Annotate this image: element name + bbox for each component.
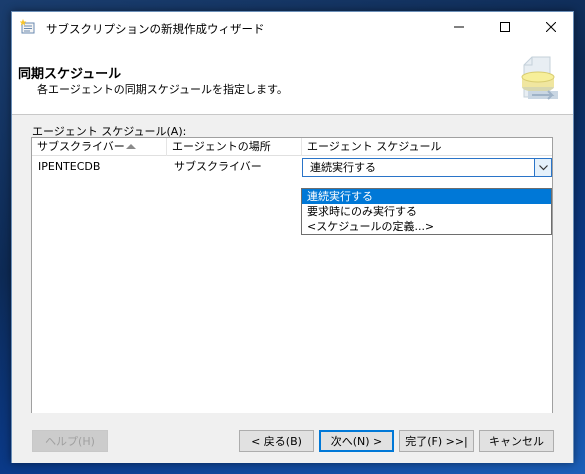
back-button[interactable]: < 戻る(B)	[239, 430, 314, 452]
dropdown-button[interactable]	[534, 159, 551, 176]
table-row[interactable]: IPENTECDB サブスクライバー 連続実行する	[32, 157, 552, 177]
column-header-agent-location[interactable]: エージェントの場所	[167, 138, 302, 156]
agent-schedule-select[interactable]: 連続実行する	[302, 158, 552, 177]
page-title: 同期スケジュール	[18, 67, 122, 82]
maximize-button[interactable]	[482, 12, 528, 42]
window-title: サブスクリプションの新規作成ウィザード	[46, 22, 265, 36]
maximize-icon	[500, 22, 510, 32]
dropdown-option-on-demand[interactable]: 要求時にのみ実行する	[302, 204, 551, 219]
title-bar: サブスクリプションの新規作成ウィザード	[12, 12, 573, 43]
wizard-app-icon	[20, 19, 35, 34]
database-sync-icon	[502, 47, 568, 113]
column-header-agent-schedule[interactable]: エージェント スケジュール	[302, 138, 552, 156]
wizard-footer: ヘルプ(H) < 戻る(B) 次へ(N) > 完了(F) >>| キャンセル	[12, 413, 573, 463]
chevron-down-icon	[538, 164, 548, 170]
subscriber-cell: IPENTECDB	[38, 160, 101, 173]
finish-button[interactable]: 完了(F) >>|	[399, 430, 474, 452]
close-icon	[546, 22, 556, 32]
dropdown-option-define-schedule[interactable]: <スケジュールの定義...>	[302, 219, 551, 234]
next-button[interactable]: 次へ(N) >	[319, 430, 394, 452]
sort-ascending-icon	[126, 144, 136, 149]
agent-location-cell: サブスクライバー	[174, 160, 262, 173]
minimize-icon	[454, 26, 464, 28]
minimize-button[interactable]	[436, 12, 482, 42]
dropdown-option-continuous[interactable]: 連続実行する	[302, 189, 551, 204]
wizard-header: 同期スケジュール 各エージェントの同期スケジュールを指定します。	[12, 43, 573, 115]
cancel-button[interactable]: キャンセル	[479, 430, 554, 452]
page-subtitle: 各エージェントの同期スケジュールを指定します。	[37, 83, 288, 96]
grid-header: サブスクライバー エージェントの場所 エージェント スケジュール	[32, 138, 552, 156]
agent-schedule-value: 連続実行する	[310, 161, 376, 174]
help-button[interactable]: ヘルプ(H)	[32, 430, 108, 452]
close-button[interactable]	[528, 12, 574, 42]
column-header-subscriber[interactable]: サブスクライバー	[32, 138, 167, 156]
agent-schedule-grid: サブスクライバー エージェントの場所 エージェント スケジュール IPENTEC…	[31, 137, 553, 421]
wizard-window: サブスクリプションの新規作成ウィザード 同期スケジュール 各エージェントの同期ス…	[11, 11, 574, 463]
schedule-dropdown-list: 連続実行する 要求時にのみ実行する <スケジュールの定義...>	[301, 188, 552, 235]
